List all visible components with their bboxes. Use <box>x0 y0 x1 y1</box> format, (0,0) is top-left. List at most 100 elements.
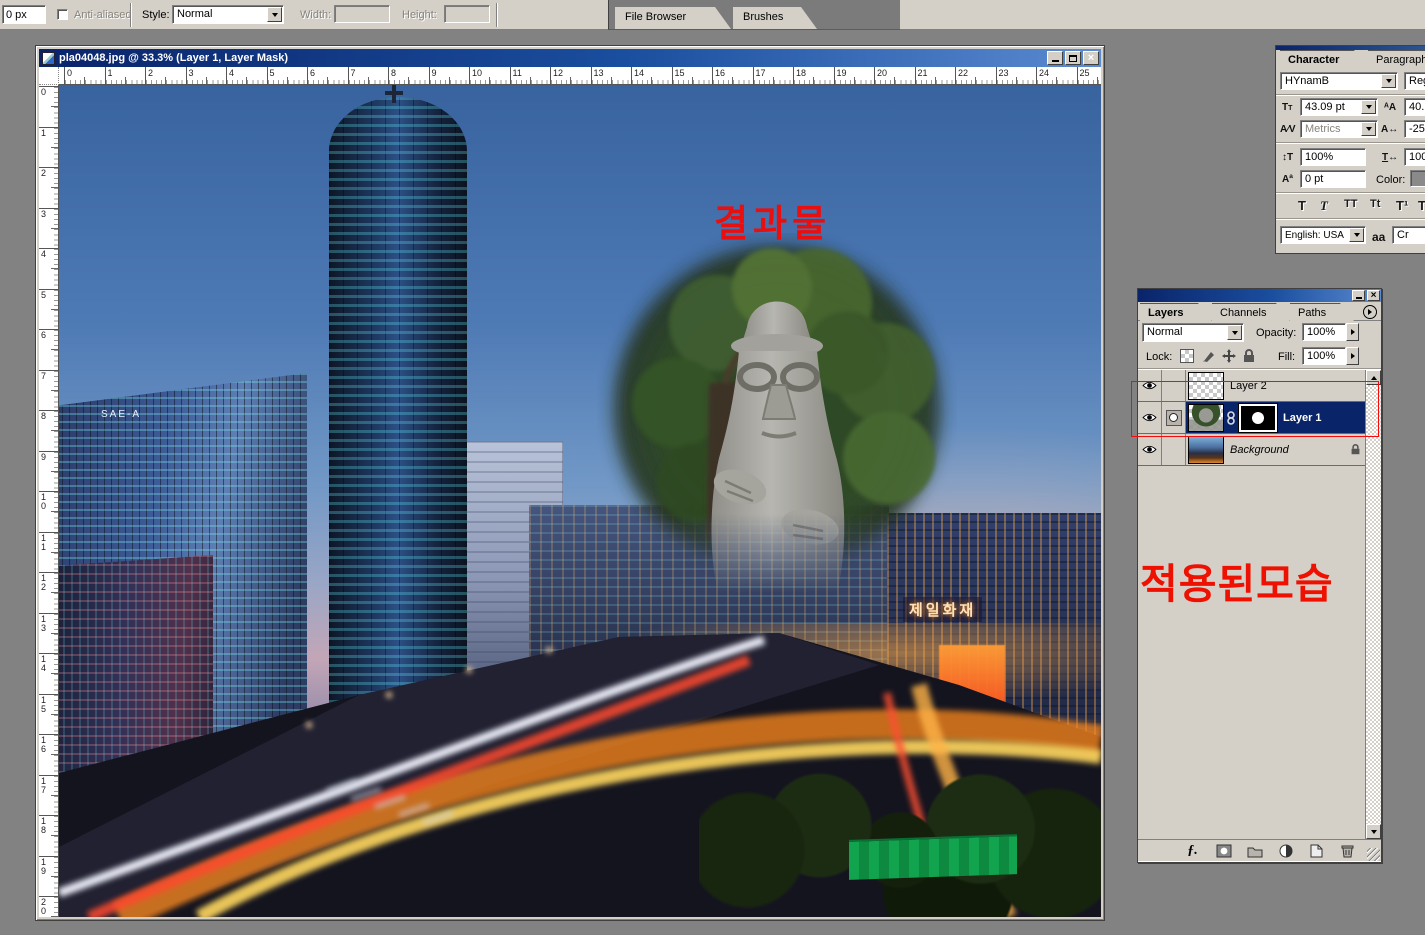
lock-label: Lock: <box>1146 351 1172 363</box>
tracking-input[interactable]: -25 <box>1404 120 1425 138</box>
tab-file-browser-label: File Browser <box>625 11 686 23</box>
dropdown-arrow-icon[interactable] <box>267 7 282 22</box>
small-caps-button[interactable]: Tt <box>1370 198 1380 210</box>
scroll-down-icon[interactable] <box>1366 824 1381 839</box>
leading-input[interactable]: 40. <box>1404 98 1425 116</box>
layers-palette-title-bar[interactable]: × <box>1138 289 1381 302</box>
character-palette-title-bar[interactable] <box>1276 46 1425 50</box>
font-size-dropdown[interactable]: 43.09 pt <box>1300 98 1378 116</box>
leading-value: 40. <box>1409 101 1424 113</box>
minimize-button[interactable] <box>1047 51 1063 65</box>
fill-slider-arrow-icon[interactable] <box>1346 347 1359 365</box>
layer-row-background[interactable]: Background <box>1138 434 1365 466</box>
character-palette: Character Paragraph HYnamB Regu TT 43.09… <box>1275 45 1425 254</box>
tracking-value: -25 <box>1409 123 1425 135</box>
all-caps-button[interactable]: TT <box>1344 198 1357 210</box>
new-layer-icon[interactable] <box>1308 844 1325 859</box>
layer-thumbnail[interactable] <box>1188 436 1224 464</box>
blend-mode-row: Normal Opacity: 100% <box>1138 321 1381 345</box>
tab-character[interactable]: Character <box>1280 50 1368 68</box>
new-group-icon[interactable] <box>1246 844 1263 859</box>
layers-palette: × Layers Channels Paths Normal Opacity: … <box>1137 288 1382 863</box>
font-family-dropdown[interactable]: HYnamB <box>1280 72 1398 90</box>
dropdown-arrow-icon[interactable] <box>1227 325 1242 340</box>
opacity-input[interactable]: 100% <box>1302 323 1346 341</box>
height-label: Height: <box>402 9 437 21</box>
minimize-button[interactable] <box>1352 290 1365 301</box>
maximize-button[interactable] <box>1065 51 1081 65</box>
photo-green-fence <box>849 834 1017 880</box>
close-button[interactable]: × <box>1367 290 1380 301</box>
style-label: Style: <box>142 9 170 21</box>
tab-paragraph-label: Paragraph <box>1376 54 1425 66</box>
add-mask-icon[interactable] <box>1215 844 1232 859</box>
tab-character-label: Character <box>1288 54 1339 66</box>
layer-style-icon[interactable]: ƒ. <box>1184 844 1201 859</box>
anti-alias-dropdown[interactable]: Cr <box>1392 226 1425 244</box>
dropdown-arrow-icon[interactable] <box>1381 74 1396 88</box>
layer-list: Layer 2 Layer 1 <box>1138 370 1381 839</box>
vertical-scale-value: 100% <box>1305 151 1333 163</box>
dropdown-arrow-icon[interactable] <box>1361 100 1376 114</box>
tab-file-browser[interactable]: File Browser <box>615 7 731 29</box>
subscript-button[interactable]: T₁ <box>1418 198 1425 213</box>
visibility-toggle[interactable] <box>1138 434 1162 465</box>
resize-grip[interactable] <box>1367 848 1380 861</box>
opacity-slider-arrow-icon[interactable] <box>1346 323 1359 341</box>
layer-name[interactable]: Background <box>1230 444 1289 456</box>
background-lock-icon <box>1350 443 1361 456</box>
horizontal-scale-input[interactable]: 100 <box>1404 148 1425 166</box>
dropdown-arrow-icon[interactable] <box>1361 122 1376 136</box>
tab-layers[interactable]: Layers <box>1140 303 1212 321</box>
ruler-origin-box[interactable] <box>39 67 59 85</box>
close-button[interactable]: × <box>1083 51 1099 65</box>
fill-input[interactable]: 100% <box>1302 347 1346 365</box>
text-color-swatch[interactable] <box>1410 170 1425 187</box>
font-style-value: Regu <box>1409 75 1425 87</box>
layers-palette-tabs: Layers Channels Paths <box>1138 302 1381 321</box>
anti-aliased-checkbox[interactable] <box>57 9 68 20</box>
feather-input[interactable] <box>2 5 46 24</box>
tab-brushes[interactable]: Brushes <box>733 7 817 29</box>
palette-well: File Browser Brushes <box>608 0 900 30</box>
style-dropdown[interactable]: Normal <box>172 5 284 24</box>
horizontal-scale-value: 100 <box>1409 151 1425 163</box>
superscript-button[interactable]: T¹ <box>1396 198 1408 213</box>
tab-brushes-label: Brushes <box>743 11 783 23</box>
canvas-image[interactable]: SAE-A 제일화재 <box>59 85 1101 917</box>
faux-bold-button[interactable]: T <box>1298 198 1306 213</box>
font-style-dropdown[interactable]: Regu <box>1404 72 1425 90</box>
lock-all-icon[interactable] <box>1242 349 1256 363</box>
blend-mode-dropdown[interactable]: Normal <box>1142 323 1244 342</box>
dropdown-arrow-icon[interactable] <box>1349 228 1364 242</box>
horizontal-scale-icon: T↔ <box>1382 152 1398 163</box>
language-value: English: USA <box>1285 230 1344 241</box>
language-dropdown[interactable]: English: USA <box>1280 226 1366 244</box>
tab-paths[interactable]: Paths <box>1290 303 1354 321</box>
lock-transparency-icon[interactable] <box>1180 349 1194 363</box>
scrollbar-track[interactable] <box>1366 385 1381 824</box>
adjustment-layer-icon[interactable] <box>1277 844 1294 859</box>
kerning-dropdown[interactable]: Metrics <box>1300 120 1378 138</box>
fill-label: Fill: <box>1278 351 1295 363</box>
link-toggle[interactable] <box>1162 434 1186 465</box>
vertical-scale-input[interactable]: 100% <box>1300 148 1366 166</box>
leading-icon: ᴬA <box>1384 102 1396 113</box>
layers-scrollbar[interactable] <box>1365 370 1381 839</box>
document-window: pla04048.jpg @ 33.3% (Layer 1, Layer Mas… <box>35 45 1105 921</box>
document-title-bar[interactable]: pla04048.jpg @ 33.3% (Layer 1, Layer Mas… <box>39 49 1101 67</box>
lock-paint-icon[interactable] <box>1202 349 1216 363</box>
tab-paragraph[interactable]: Paragraph <box>1368 50 1425 68</box>
font-size-value: 43.09 pt <box>1305 101 1345 113</box>
delete-layer-icon[interactable] <box>1339 844 1356 859</box>
lock-position-icon[interactable] <box>1222 349 1236 363</box>
ruler-vertical[interactable]: 01234567891011121314151617181920 <box>39 85 59 917</box>
baseline-shift-icon: Aª <box>1282 174 1293 185</box>
kerning-icon: A⁄V <box>1280 124 1296 135</box>
document-icon <box>42 52 55 65</box>
palette-menu-icon[interactable] <box>1363 305 1377 319</box>
ruler-horizontal[interactable]: 0123456789101112131415161718192021222324… <box>59 67 1101 85</box>
faux-italic-button[interactable]: T <box>1320 198 1328 214</box>
baseline-shift-input[interactable]: 0 pt <box>1300 170 1366 188</box>
tab-channels[interactable]: Channels <box>1212 303 1290 321</box>
